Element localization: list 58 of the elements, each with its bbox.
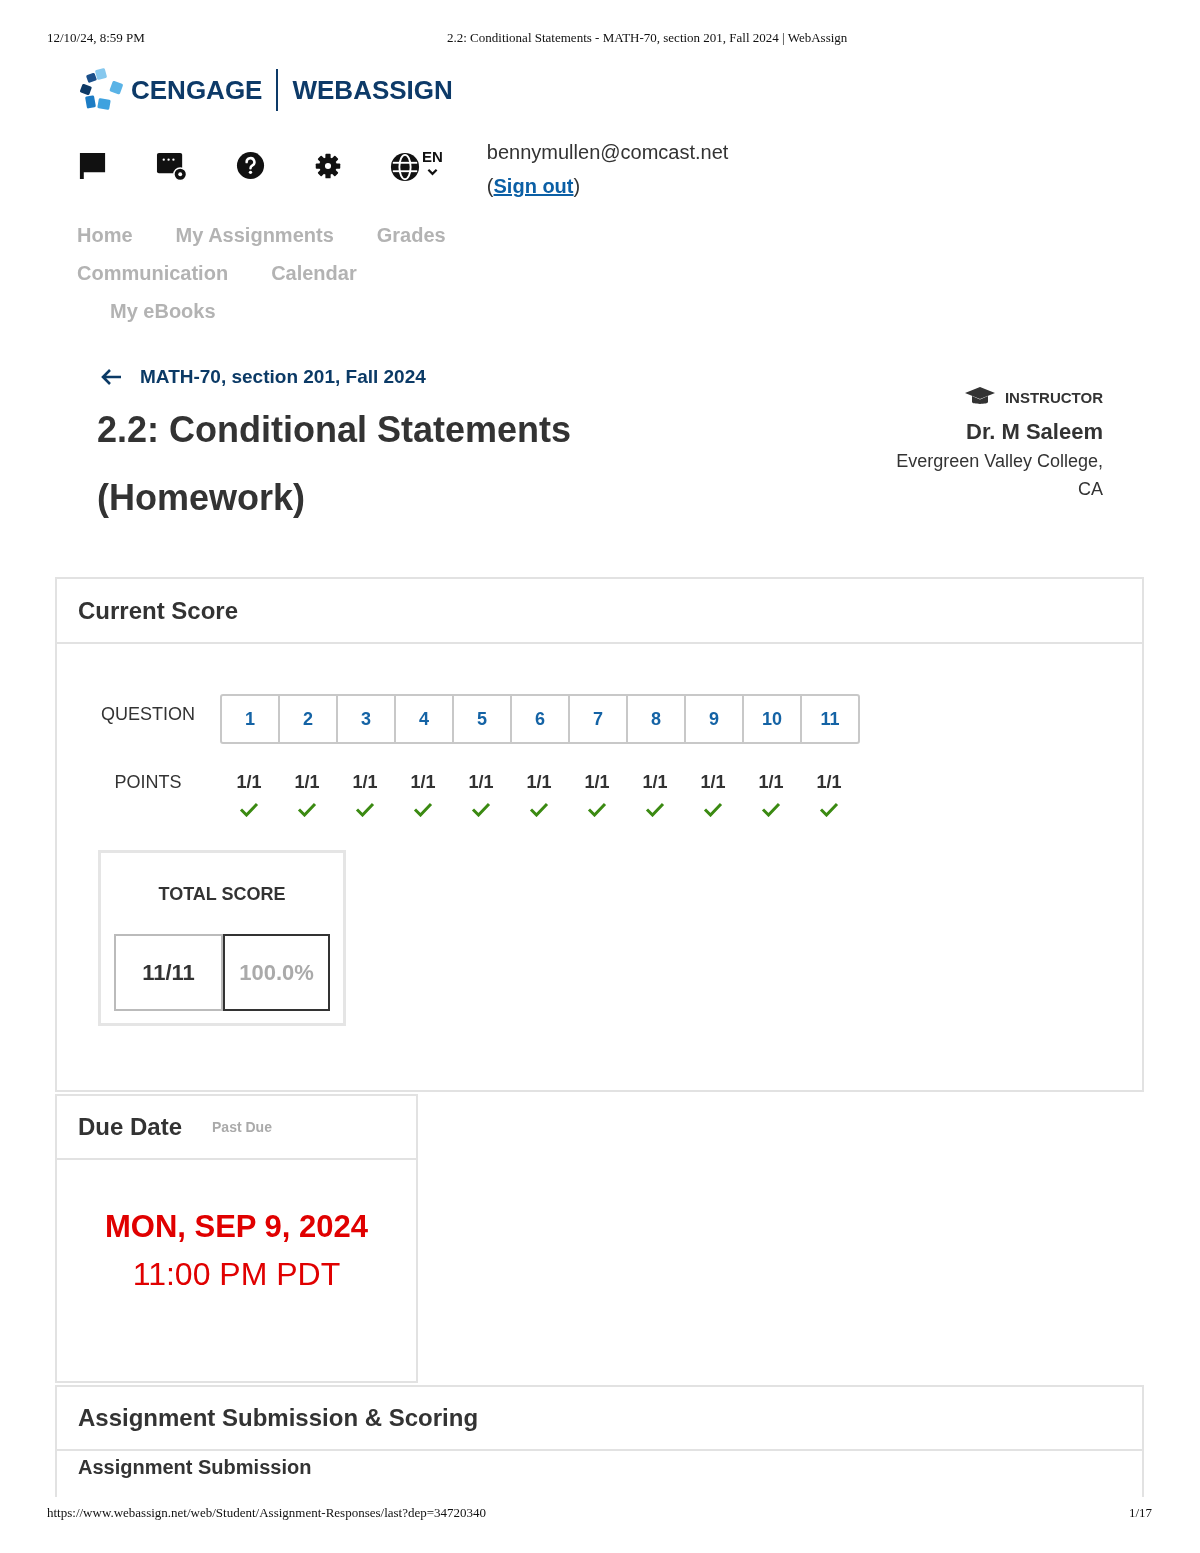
question-points: 1/1	[642, 771, 668, 794]
due-status: Past Due	[212, 1119, 272, 1135]
instructor-name: Dr. M Saleem	[966, 419, 1103, 445]
question-points: 1/1	[352, 771, 378, 794]
question-points: 1/1	[410, 771, 436, 794]
panel-title: Assignment Submission & Scoring	[78, 1404, 479, 1432]
print-page-title: 2.2: Conditional Statements - MATH-70, section 201, Fall 2024 | WebAssign	[447, 30, 848, 46]
question-link[interactable]: 10	[742, 694, 802, 744]
language-button[interactable]: EN	[390, 149, 443, 182]
course-link[interactable]: MATH-70, section 201, Fall 2024	[100, 365, 426, 389]
sign-out-line: (Sign out)	[486, 174, 581, 199]
section-title: Assignment Submission	[78, 1455, 312, 1480]
question-points: 1/1	[584, 771, 610, 794]
question-points: 1/1	[526, 771, 552, 794]
caret-icon	[426, 168, 438, 176]
question-link[interactable]: 6	[510, 694, 570, 744]
account-email: bennymullen@comcast.net	[486, 140, 729, 165]
total-percent: 100.0%	[223, 934, 330, 1011]
instructor-school: Evergreen Valley College, CA	[895, 450, 1103, 501]
question-points: 1/1	[758, 771, 784, 794]
panel-title: Current Score	[78, 596, 239, 625]
logo-icon	[80, 68, 124, 112]
help-icon[interactable]	[235, 150, 266, 181]
print-date: 12/10/24, 8:59 PM	[47, 30, 146, 46]
question-link[interactable]: 11	[800, 694, 860, 744]
question-link[interactable]: 1	[220, 694, 280, 744]
page-number: 1/17	[1128, 1505, 1152, 1521]
assignment-title: 2.2: Conditional Statements (Homework)	[97, 408, 573, 520]
due-date: MON, SEP 9, 2024	[104, 1208, 369, 1246]
total-points: 11/11	[114, 934, 223, 1011]
question-link[interactable]: 8	[626, 694, 686, 744]
question-points: 1/1	[294, 771, 320, 794]
window-gear-icon[interactable]	[156, 150, 187, 181]
panel-title: Due Date	[78, 1113, 183, 1141]
question-link[interactable]: 5	[452, 694, 512, 744]
question-link[interactable]: 2	[278, 694, 338, 744]
question-link[interactable]: 7	[568, 694, 628, 744]
product-name: WEBASSIGN	[292, 75, 453, 105]
question-link[interactable]: 9	[684, 694, 744, 744]
globe-icon	[390, 152, 420, 182]
total-score-label: TOTAL SCORE	[158, 883, 286, 905]
sign-out-link[interactable]: Sign out	[493, 175, 574, 197]
graduation-cap-icon	[964, 387, 995, 407]
instructor-label: INSTRUCTOR	[1004, 388, 1103, 406]
question-link[interactable]: 4	[394, 694, 454, 744]
print-url: https://www.webassign.net/web/Student/Assignment-Responses/last?dep=34720340	[47, 1505, 487, 1521]
due-time: 11:00 PM PDT	[132, 1255, 341, 1293]
back-arrow-icon	[100, 368, 122, 386]
settings-icon[interactable]	[314, 152, 342, 180]
question-points: 1/1	[816, 771, 842, 794]
points-label: POINTS	[113, 771, 183, 794]
brand-name: CENGAGE	[131, 75, 263, 105]
flag-icon[interactable]	[77, 150, 108, 181]
question-link[interactable]: 3	[336, 694, 396, 744]
question-points: 1/1	[236, 771, 262, 794]
question-label: QUESTION	[100, 703, 196, 725]
question-points: 1/1	[468, 771, 494, 794]
question-points: 1/1	[700, 771, 726, 794]
